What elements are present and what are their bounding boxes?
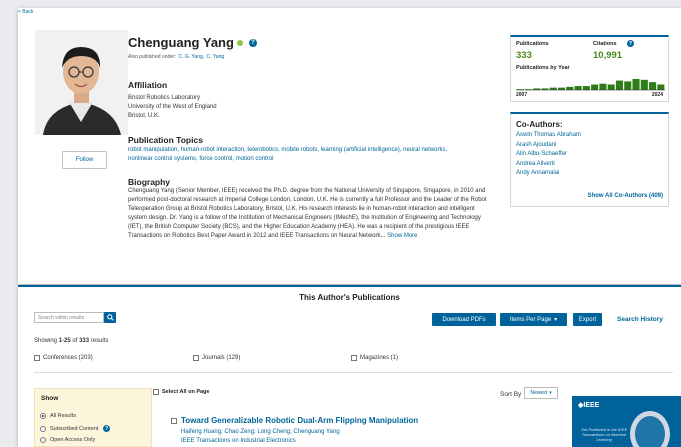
affiliation-heading: Affiliation xyxy=(128,80,168,90)
year-bar[interactable] xyxy=(557,87,566,90)
filter-conferences[interactable]: Conferences (203) xyxy=(34,355,93,361)
also-published-under: Also published under: C. G. Yang, C. Yan… xyxy=(128,54,225,60)
alias-link[interactable]: C. Yang xyxy=(207,54,225,60)
year-bar[interactable] xyxy=(632,79,640,90)
checkbox[interactable] xyxy=(351,355,357,361)
ieee-advertisement[interactable]: ◆IEEE Get Published in the IEEE Transact… xyxy=(572,396,681,447)
results-count: Showing 1-25 of 333 results xyxy=(34,338,109,344)
publications-header: This Author's Publications xyxy=(18,285,681,307)
author-name-row: Chenguang Yang ? xyxy=(128,35,257,50)
coauthor-link[interactable]: Arash Ajoudani xyxy=(516,142,556,148)
orcid-icon[interactable] xyxy=(236,39,243,46)
coauthors-heading: Co-Authors: xyxy=(516,120,563,129)
year-bar[interactable] xyxy=(574,86,582,90)
show-subscribed-option[interactable]: Subscribed Content ? xyxy=(40,425,111,432)
select-all-on-page[interactable]: Select All on Page xyxy=(153,389,209,395)
coauthor-link[interactable]: Aswin Thomas Abraham xyxy=(516,132,581,138)
search-history-link[interactable]: Search History xyxy=(617,316,663,323)
show-heading: Show xyxy=(41,395,59,402)
radio[interactable] xyxy=(40,437,46,443)
filter-journals[interactable]: Journals (129) xyxy=(193,355,240,361)
biography-heading: Biography xyxy=(128,177,171,187)
coauthor-link[interactable]: Andy Annamalai xyxy=(516,170,559,176)
year-bar[interactable] xyxy=(640,79,648,90)
chart-year-start: 2007 xyxy=(516,92,528,98)
year-bar[interactable] xyxy=(566,86,574,90)
help-icon[interactable]: ? xyxy=(248,38,257,47)
year-bar[interactable] xyxy=(607,84,615,91)
show-filter-panel: Show All Results Subscribed Content ? Op… xyxy=(34,388,152,447)
coauthors-box: Co-Authors: Aswin Thomas Abraham Arash A… xyxy=(510,112,669,207)
alias-link[interactable]: C. G. Yang, xyxy=(178,54,204,60)
filter-magazines[interactable]: Magazines (1) xyxy=(351,355,398,361)
radio-selected[interactable] xyxy=(40,413,46,419)
caret-down-icon: ▾ xyxy=(549,390,552,396)
checkbox[interactable] xyxy=(193,355,199,361)
result-authors[interactable]: Haifeng Huang; Chao Zeng; Long Cheng; Ch… xyxy=(181,429,340,435)
checkbox[interactable] xyxy=(34,355,40,361)
coauthor-link[interactable]: Andrea Aliverti xyxy=(516,161,555,167)
publication-topics-links[interactable]: robot manipulation, human-robot interact… xyxy=(128,146,448,164)
follow-button[interactable]: Follow xyxy=(62,151,107,169)
divider xyxy=(34,372,673,373)
caret-down-icon: ▾ xyxy=(554,317,558,323)
show-more-link[interactable]: Show More xyxy=(387,233,417,239)
search-within-results-input[interactable]: Search within results xyxy=(34,312,104,323)
coauthor-link[interactable]: Alin Albu-Schaeffer xyxy=(516,151,567,157)
year-bar[interactable] xyxy=(624,81,632,90)
items-per-page-button[interactable]: Items Per Page ▾ xyxy=(500,313,567,326)
publications-count[interactable]: 333 xyxy=(516,50,532,61)
checkbox[interactable] xyxy=(153,389,159,395)
result-journal[interactable]: IEEE Transactions on Industrial Electron… xyxy=(181,438,296,444)
metrics-box: Publications 333 Citations ? 10,991 Publ… xyxy=(510,35,669,102)
export-button[interactable]: Export xyxy=(573,313,602,326)
year-bar[interactable] xyxy=(657,84,665,91)
publications-by-year-chart[interactable] xyxy=(516,78,665,98)
citations-label: Citations xyxy=(593,41,617,47)
author-name: Chenguang Yang xyxy=(128,35,234,50)
year-bar[interactable] xyxy=(649,82,657,90)
back-link[interactable]: < Back xyxy=(18,9,33,15)
show-all-coauthors-link[interactable]: Show All Co-Authors (409) xyxy=(588,193,663,199)
year-bar[interactable] xyxy=(591,84,599,91)
citations-count[interactable]: 10,991 xyxy=(593,50,622,61)
download-pdfs-button[interactable]: Download PDFs xyxy=(432,313,496,326)
result-title-link[interactable]: Toward Generalizable Robotic Dual-Arm Fl… xyxy=(181,416,418,425)
show-all-results-option[interactable]: All Results xyxy=(40,413,76,419)
affiliation-text: Bristol Robotics Laboratory University o… xyxy=(128,95,217,120)
sort-by-label: Sort By xyxy=(500,391,522,398)
publications-card: This Author's Publications Search within… xyxy=(18,285,681,447)
year-bar[interactable] xyxy=(599,83,607,90)
publication-topics-heading: Publication Topics xyxy=(128,135,203,145)
result-checkbox[interactable] xyxy=(171,418,177,424)
search-icon xyxy=(106,314,114,321)
publications-by-year-label: Publications by Year xyxy=(516,65,570,71)
show-open-access-option[interactable]: Open Access Only xyxy=(40,437,95,443)
citations-help-icon[interactable]: ? xyxy=(627,40,634,47)
radio[interactable] xyxy=(40,425,46,432)
ad-graphic xyxy=(630,411,670,447)
author-photo xyxy=(35,30,128,135)
chart-year-end: 2024 xyxy=(651,92,663,98)
publications-label: Publications xyxy=(516,41,549,47)
year-bar[interactable] xyxy=(582,86,590,90)
help-icon[interactable]: ? xyxy=(103,425,111,432)
sort-select[interactable]: Newest ▾ xyxy=(524,387,558,399)
ieee-logo: ◆IEEE xyxy=(578,402,600,409)
biography-text: Chenguang Yang (Senior Member, IEEE) rec… xyxy=(128,188,487,240)
year-bar[interactable] xyxy=(615,80,624,90)
year-bar[interactable] xyxy=(549,87,557,90)
ad-text: Get Published in the IEEE Transactions o… xyxy=(580,427,628,442)
search-button[interactable] xyxy=(104,312,116,323)
coauthors-list: Aswin Thomas Abraham Arash Ajoudani Alin… xyxy=(516,131,581,179)
